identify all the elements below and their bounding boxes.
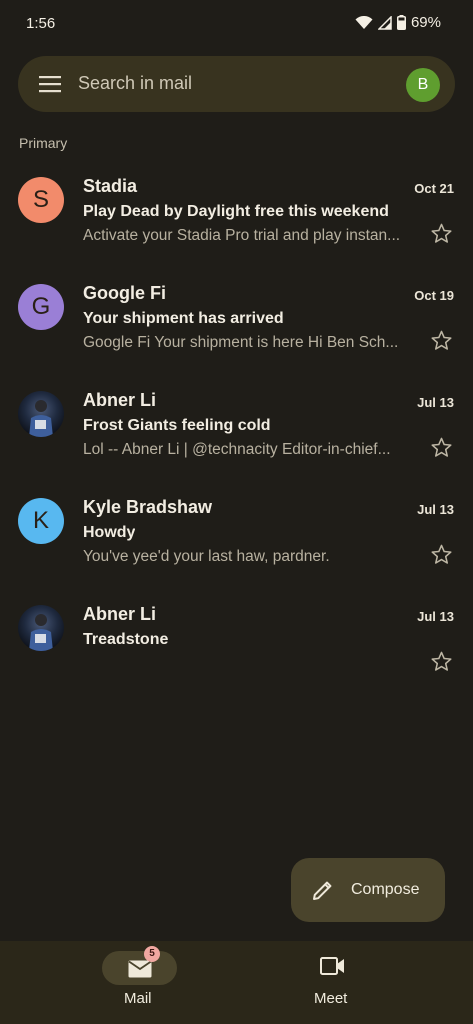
mail-item[interactable]: S Stadia Oct 21 Play Dead by Daylight fr… (0, 160, 473, 267)
sender-name: Abner Li (83, 390, 157, 410)
sender-avatar: G (18, 284, 64, 330)
star-icon[interactable] (430, 543, 453, 566)
star-icon[interactable] (430, 222, 453, 245)
star-icon[interactable] (430, 329, 453, 352)
unread-badge: 5 (144, 946, 160, 962)
sender-name: Stadia (83, 176, 138, 196)
mail-date: Oct 21 (414, 181, 454, 196)
mail-snippet: Google Fi Your shipment is here Hi Ben S… (83, 334, 399, 351)
mail-date: Jul 13 (417, 395, 454, 410)
mail-icon (128, 960, 152, 978)
star-icon[interactable] (430, 436, 453, 459)
compose-button[interactable]: Compose (291, 858, 445, 922)
battery-percent: 69% (410, 14, 441, 31)
sender-photo-avatar (18, 391, 64, 437)
battery-icon (396, 15, 406, 30)
mail-subject: Frost Giants feeling cold (83, 417, 271, 434)
bottom-navigation: 5 Mail Meet (0, 941, 473, 1024)
mail-item[interactable]: G Google Fi Oct 19 Your shipment has arr… (0, 267, 473, 374)
mail-subject: Howdy (83, 524, 136, 541)
status-bar: 1:56 69% (0, 0, 473, 48)
status-time: 1:56 (26, 15, 56, 32)
mail-snippet: Activate your Stadia Pro trial and play … (83, 227, 401, 244)
wifi-icon (355, 15, 373, 29)
mail-item[interactable]: K Kyle Bradshaw Jul 13 Howdy You've yee'… (0, 481, 473, 588)
nav-label-meet: Meet (314, 990, 348, 1007)
mail-date: Jul 13 (417, 502, 454, 517)
mail-item[interactable]: Abner Li Jul 13 Frost Giants feeling col… (0, 374, 473, 481)
sender-avatar: K (18, 498, 64, 544)
sender-photo-avatar (18, 605, 64, 651)
mail-date: Oct 19 (414, 288, 454, 303)
mail-item[interactable]: Abner Li Jul 13 Treadstone (0, 588, 473, 695)
nav-item-mail[interactable]: 5 Mail (101, 946, 178, 1007)
compose-label: Compose (351, 881, 420, 898)
nav-item-meet[interactable]: Meet (296, 946, 373, 1007)
mail-date: Jul 13 (417, 609, 454, 624)
sender-avatar: S (18, 177, 64, 223)
nav-label-mail: Mail (124, 990, 152, 1007)
mail-snippet: You've yee'd your last haw, pardner. (83, 548, 330, 565)
mail-subject: Play Dead by Daylight free this weekend (83, 203, 389, 220)
sender-name: Kyle Bradshaw (83, 497, 213, 517)
search-input[interactable]: Search in mail (78, 73, 192, 94)
star-icon[interactable] (430, 650, 453, 673)
sender-name: Abner Li (83, 604, 157, 624)
sender-name: Google Fi (83, 283, 166, 303)
video-camera-icon (320, 957, 344, 975)
signal-icon (377, 15, 392, 30)
mail-subject: Your shipment has arrived (83, 310, 284, 327)
account-avatar[interactable]: B (406, 68, 440, 102)
hamburger-menu-icon[interactable] (39, 75, 61, 93)
mail-subject: Treadstone (83, 631, 169, 648)
status-icons: 69% (355, 14, 441, 31)
pencil-icon (313, 881, 332, 900)
search-bar[interactable]: Search in mail B (18, 56, 455, 112)
mail-snippet: Lol -- Abner Li | @technacity Editor-in-… (83, 441, 391, 458)
mail-list: S Stadia Oct 21 Play Dead by Daylight fr… (0, 160, 473, 695)
nav-mail-active-indicator (102, 951, 177, 985)
section-label-primary: Primary (19, 135, 68, 151)
